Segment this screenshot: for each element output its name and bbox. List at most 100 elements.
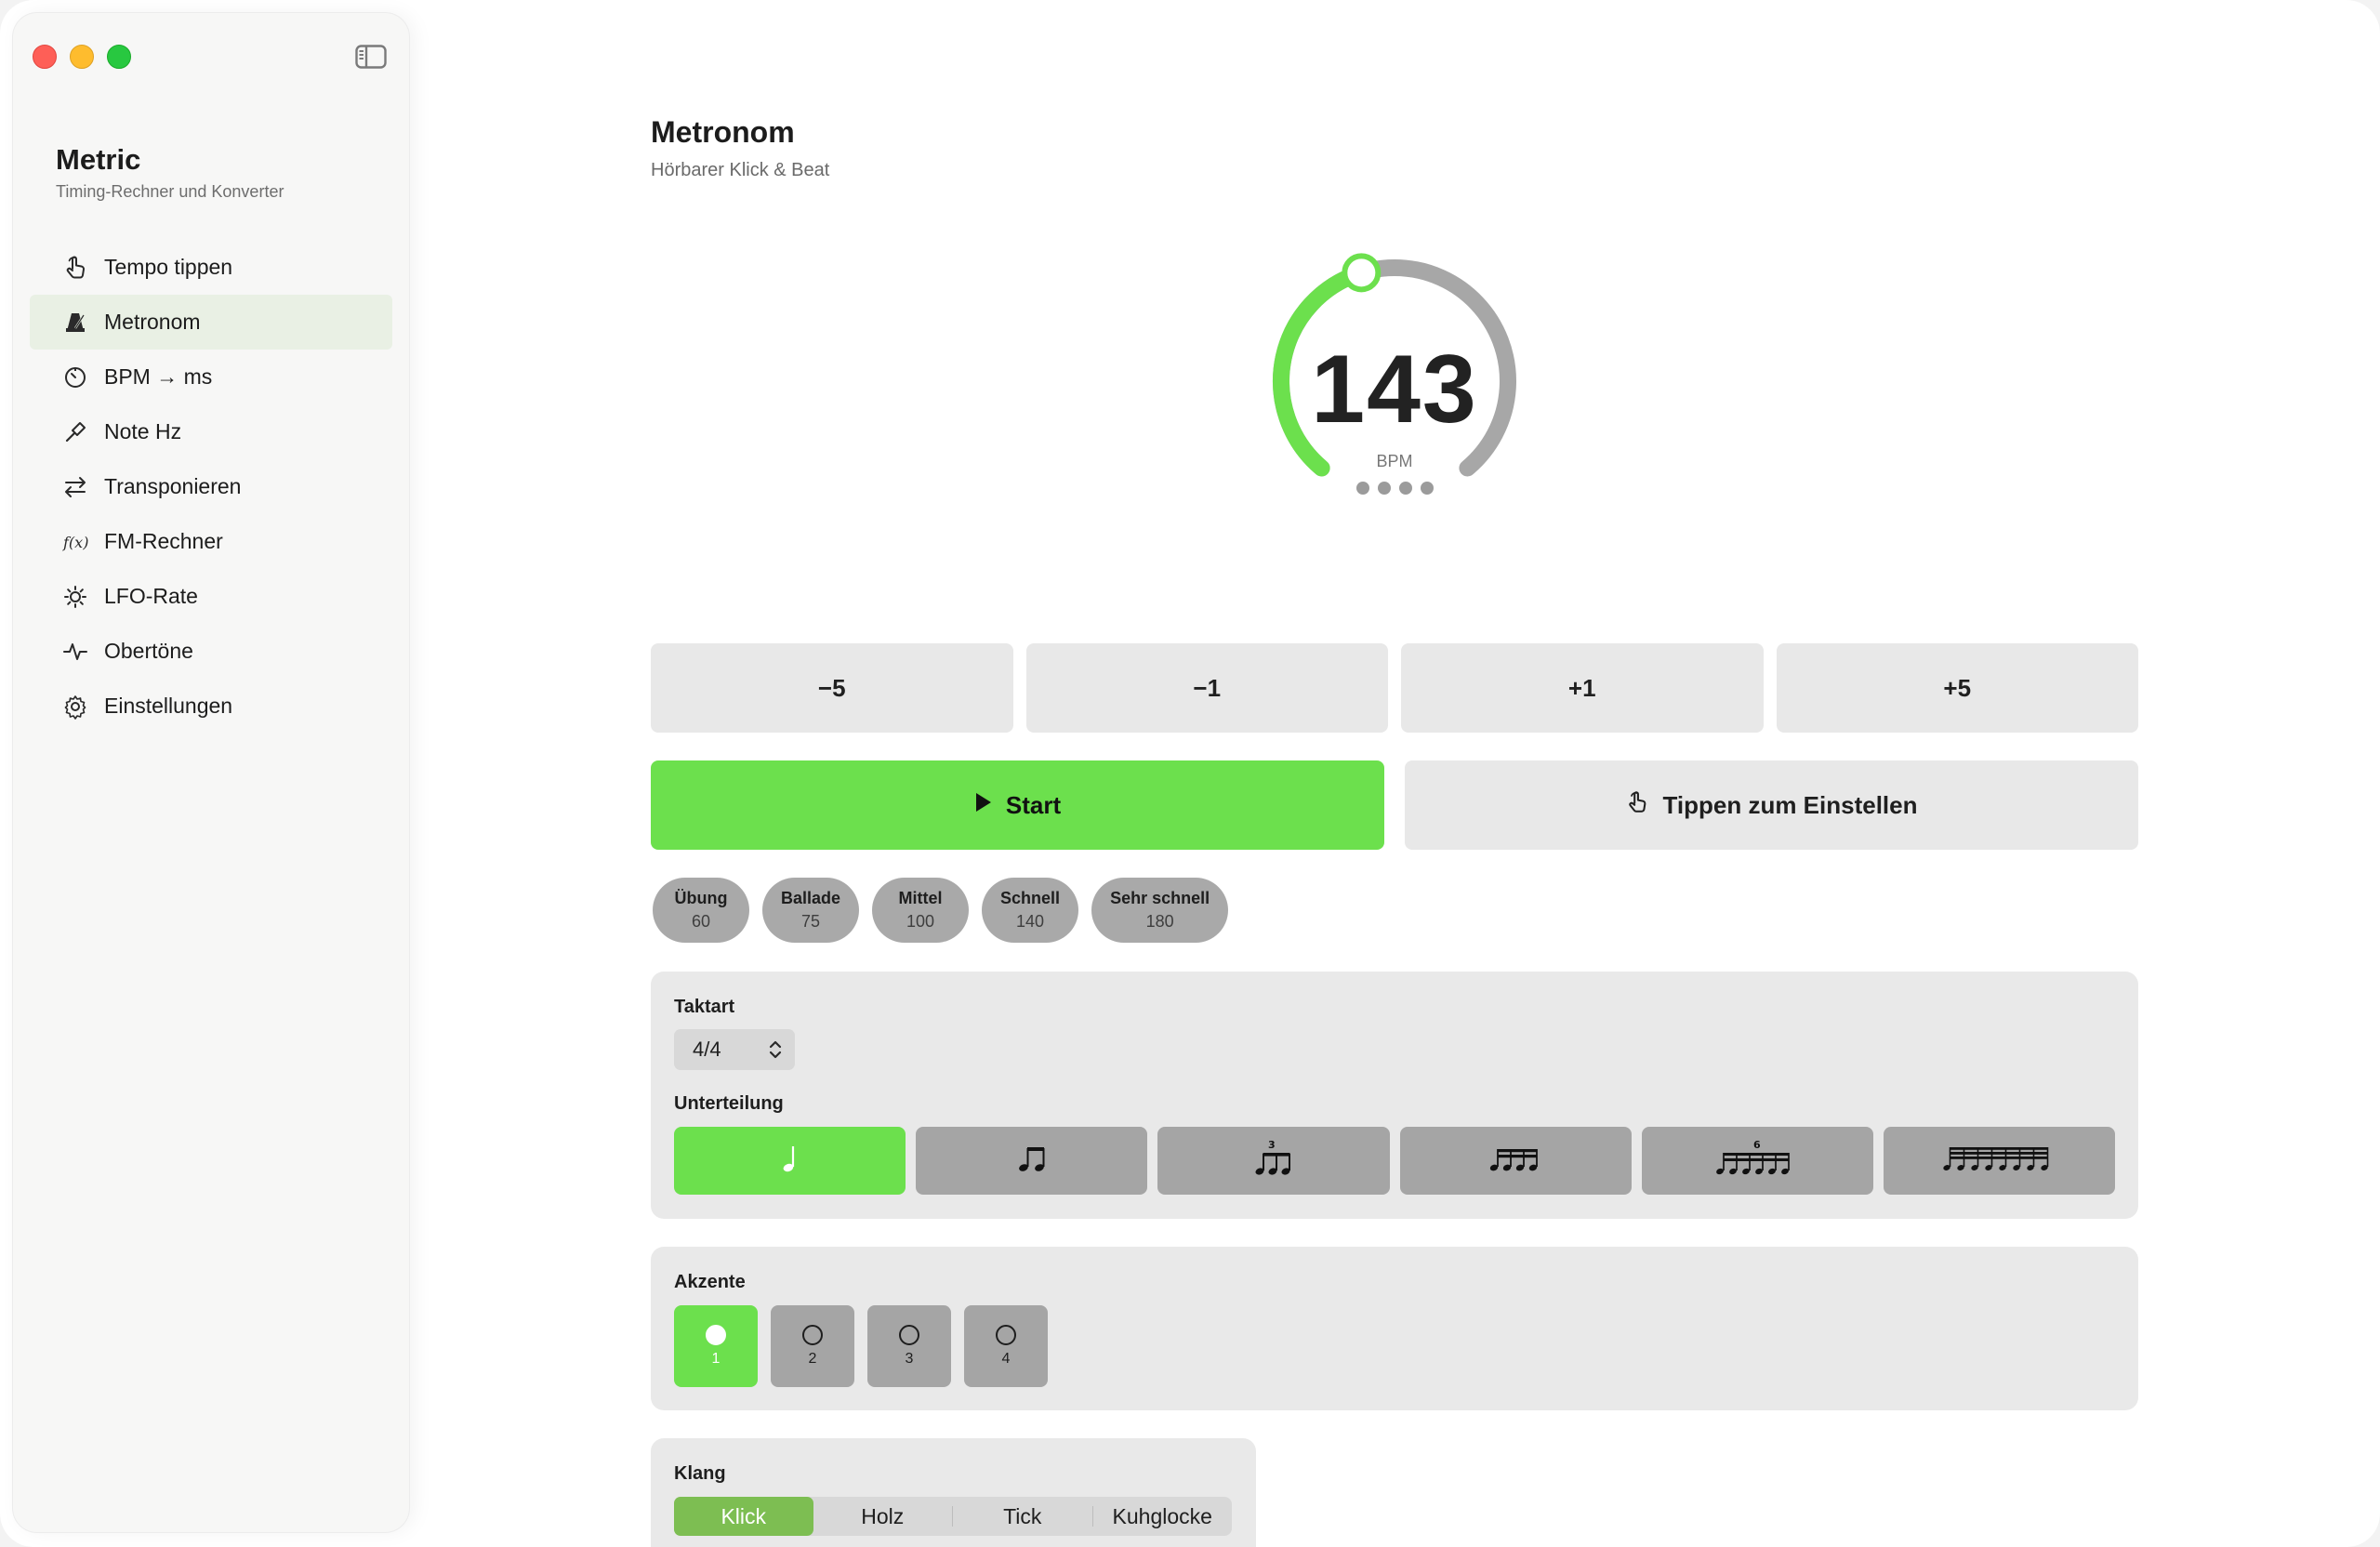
minus-5-button[interactable]: −5 xyxy=(651,643,1013,733)
meter-card: Taktart 4/4 Unterteilung 3 6 xyxy=(651,972,2138,1219)
sidebar-item-fm-rechner[interactable]: f(x) FM-Rechner xyxy=(30,514,392,569)
play-icon xyxy=(974,791,993,820)
sidebar-nav: Tempo tippen Metronom BPM → ms Note Hz T… xyxy=(30,240,392,734)
time-signature-select[interactable]: 4/4 xyxy=(674,1029,795,1070)
plus-1-button[interactable]: +1 xyxy=(1401,643,1764,733)
tap-hand-icon xyxy=(61,254,89,282)
preset-name: Ballade xyxy=(781,889,841,907)
tempo-dial[interactable]: 143 BPM xyxy=(1190,195,1599,586)
subdivision-sextuplet[interactable]: 6 xyxy=(1641,1127,1873,1195)
accent-number: 3 xyxy=(905,1351,914,1367)
sound-segmented-control: Klick Holz Tick Kuhglocke xyxy=(674,1497,1232,1536)
accent-beat-2[interactable]: 2 xyxy=(771,1305,854,1387)
accent-number: 4 xyxy=(1001,1351,1011,1367)
minimize-window-button[interactable] xyxy=(70,45,94,69)
subdivision-thirty-second[interactable] xyxy=(1883,1127,2116,1195)
thirty-second-notes-icon xyxy=(1942,1143,2056,1179)
page-title: Metronom xyxy=(651,115,795,149)
sound-label: Klang xyxy=(674,1463,726,1484)
sextuplet-icon: 6 xyxy=(1714,1139,1800,1183)
plus-5-button[interactable]: +5 xyxy=(1776,643,2138,733)
sidebar-item-note-hz[interactable]: Note Hz xyxy=(30,404,392,459)
beat-dot xyxy=(1377,482,1391,495)
sound-option-klick[interactable]: Klick xyxy=(674,1497,813,1536)
accent-beat-3[interactable]: 3 xyxy=(867,1305,951,1387)
accents-label: Akzente xyxy=(674,1272,746,1292)
sound-option-kuhglocke[interactable]: Kuhglocke xyxy=(1093,1497,1233,1536)
sidebar-item-label: Transponieren xyxy=(104,474,242,498)
bpm-value: 143 xyxy=(1311,336,1478,443)
time-signature-value: 4/4 xyxy=(693,1038,721,1061)
sidebar-toggle-icon[interactable] xyxy=(355,45,387,69)
preset-bpm: 60 xyxy=(691,912,711,931)
accent-empty-icon xyxy=(899,1325,919,1345)
subdivision-sixteenth[interactable] xyxy=(1399,1127,1632,1195)
triplet-number: 3 xyxy=(1268,1139,1276,1151)
sidebar-item-bpm-ms[interactable]: BPM → ms xyxy=(30,350,392,404)
accents-card: Akzente 1 2 3 4 xyxy=(651,1247,2138,1410)
quarter-note-icon xyxy=(781,1143,800,1179)
sidebar-item-lfo-rate[interactable]: LFO-Rate xyxy=(30,569,392,624)
svg-text:f(x): f(x) xyxy=(62,534,88,551)
preset-bpm: 180 xyxy=(1145,912,1174,931)
sidebar-item-obertoene[interactable]: Obertöne xyxy=(30,624,392,679)
tap-tempo-button[interactable]: Tippen zum Einstellen xyxy=(1405,760,2138,850)
eighth-notes-icon xyxy=(1016,1143,1048,1179)
arrows-swap-icon xyxy=(61,473,89,501)
page-subtitle: Hörbarer Klick & Beat xyxy=(651,160,830,180)
start-button[interactable]: Start xyxy=(651,760,1384,850)
preset-bpm: 140 xyxy=(1016,912,1045,931)
preset-name: Mittel xyxy=(898,889,943,907)
tap-button-label: Tippen zum Einstellen xyxy=(1662,790,1918,819)
minus-1-button[interactable]: −1 xyxy=(1025,643,1388,733)
sidebar-item-label: Metronom xyxy=(104,310,201,334)
accent-filled-icon xyxy=(706,1325,726,1345)
accent-beat-1[interactable]: 1 xyxy=(674,1305,758,1387)
preset-name: Sehr schnell xyxy=(1110,889,1210,907)
beat-dot xyxy=(1355,482,1369,495)
sidebar: Metric Timing-Rechner und Konverter Temp… xyxy=(13,13,409,1532)
metronome-icon xyxy=(61,309,89,337)
sidebar-item-label: Note Hz xyxy=(104,419,182,443)
sidebar-item-tempo-tippen[interactable]: Tempo tippen xyxy=(30,240,392,295)
close-window-button[interactable] xyxy=(33,45,57,69)
sextuplet-number: 6 xyxy=(1753,1139,1761,1151)
action-buttons: Start Tippen zum Einstellen xyxy=(651,760,2138,850)
preset-name: Übung xyxy=(674,889,728,907)
sidebar-item-metronom[interactable]: Metronom xyxy=(30,295,392,350)
sound-option-holz[interactable]: Holz xyxy=(813,1497,953,1536)
app-subtitle: Timing-Rechner und Konverter xyxy=(56,182,284,201)
function-icon: f(x) xyxy=(61,528,89,556)
sound-option-tick[interactable]: Tick xyxy=(953,1497,1092,1536)
subdivision-quarter[interactable] xyxy=(674,1127,906,1195)
preset-uebung[interactable]: Übung 60 xyxy=(653,878,749,943)
sixteenth-notes-icon xyxy=(1488,1143,1542,1179)
accent-toggles: 1 2 3 4 xyxy=(674,1305,1048,1387)
triplet-icon: 3 xyxy=(1253,1139,1294,1183)
subdivision-eighth[interactable] xyxy=(916,1127,1148,1195)
subdivision-triplet[interactable]: 3 xyxy=(1157,1127,1390,1195)
dial-knob[interactable] xyxy=(1342,253,1382,293)
zoom-window-button[interactable] xyxy=(107,45,131,69)
sidebar-item-label: BPM → ms xyxy=(104,364,213,389)
main-content: Metronom Hörbarer Klick & Beat 143 BPM −… xyxy=(651,0,2138,1547)
tap-hand-icon xyxy=(1625,789,1649,822)
sidebar-item-transponieren[interactable]: Transponieren xyxy=(30,459,392,514)
preset-mittel[interactable]: Mittel 100 xyxy=(872,878,970,943)
chevron-updown-icon xyxy=(769,1038,782,1065)
sidebar-item-einstellungen[interactable]: Einstellungen xyxy=(30,679,392,734)
preset-ballade[interactable]: Ballade 75 xyxy=(762,878,860,943)
sidebar-item-label: Tempo tippen xyxy=(104,255,233,279)
sun-wave-icon xyxy=(61,583,89,611)
bpm-unit-label: BPM xyxy=(1376,452,1413,470)
waveform-icon xyxy=(61,638,89,666)
preset-sehr-schnell[interactable]: Sehr schnell 180 xyxy=(1091,878,1229,943)
accent-empty-icon xyxy=(996,1325,1016,1345)
accent-beat-4[interactable]: 4 xyxy=(964,1305,1048,1387)
beat-indicator xyxy=(1190,482,1599,495)
preset-schnell[interactable]: Schnell 140 xyxy=(982,878,1079,943)
meter-label: Taktart xyxy=(674,997,735,1017)
accent-empty-icon xyxy=(802,1325,823,1345)
preset-bpm: 75 xyxy=(801,912,821,931)
tuning-fork-icon xyxy=(61,418,89,446)
